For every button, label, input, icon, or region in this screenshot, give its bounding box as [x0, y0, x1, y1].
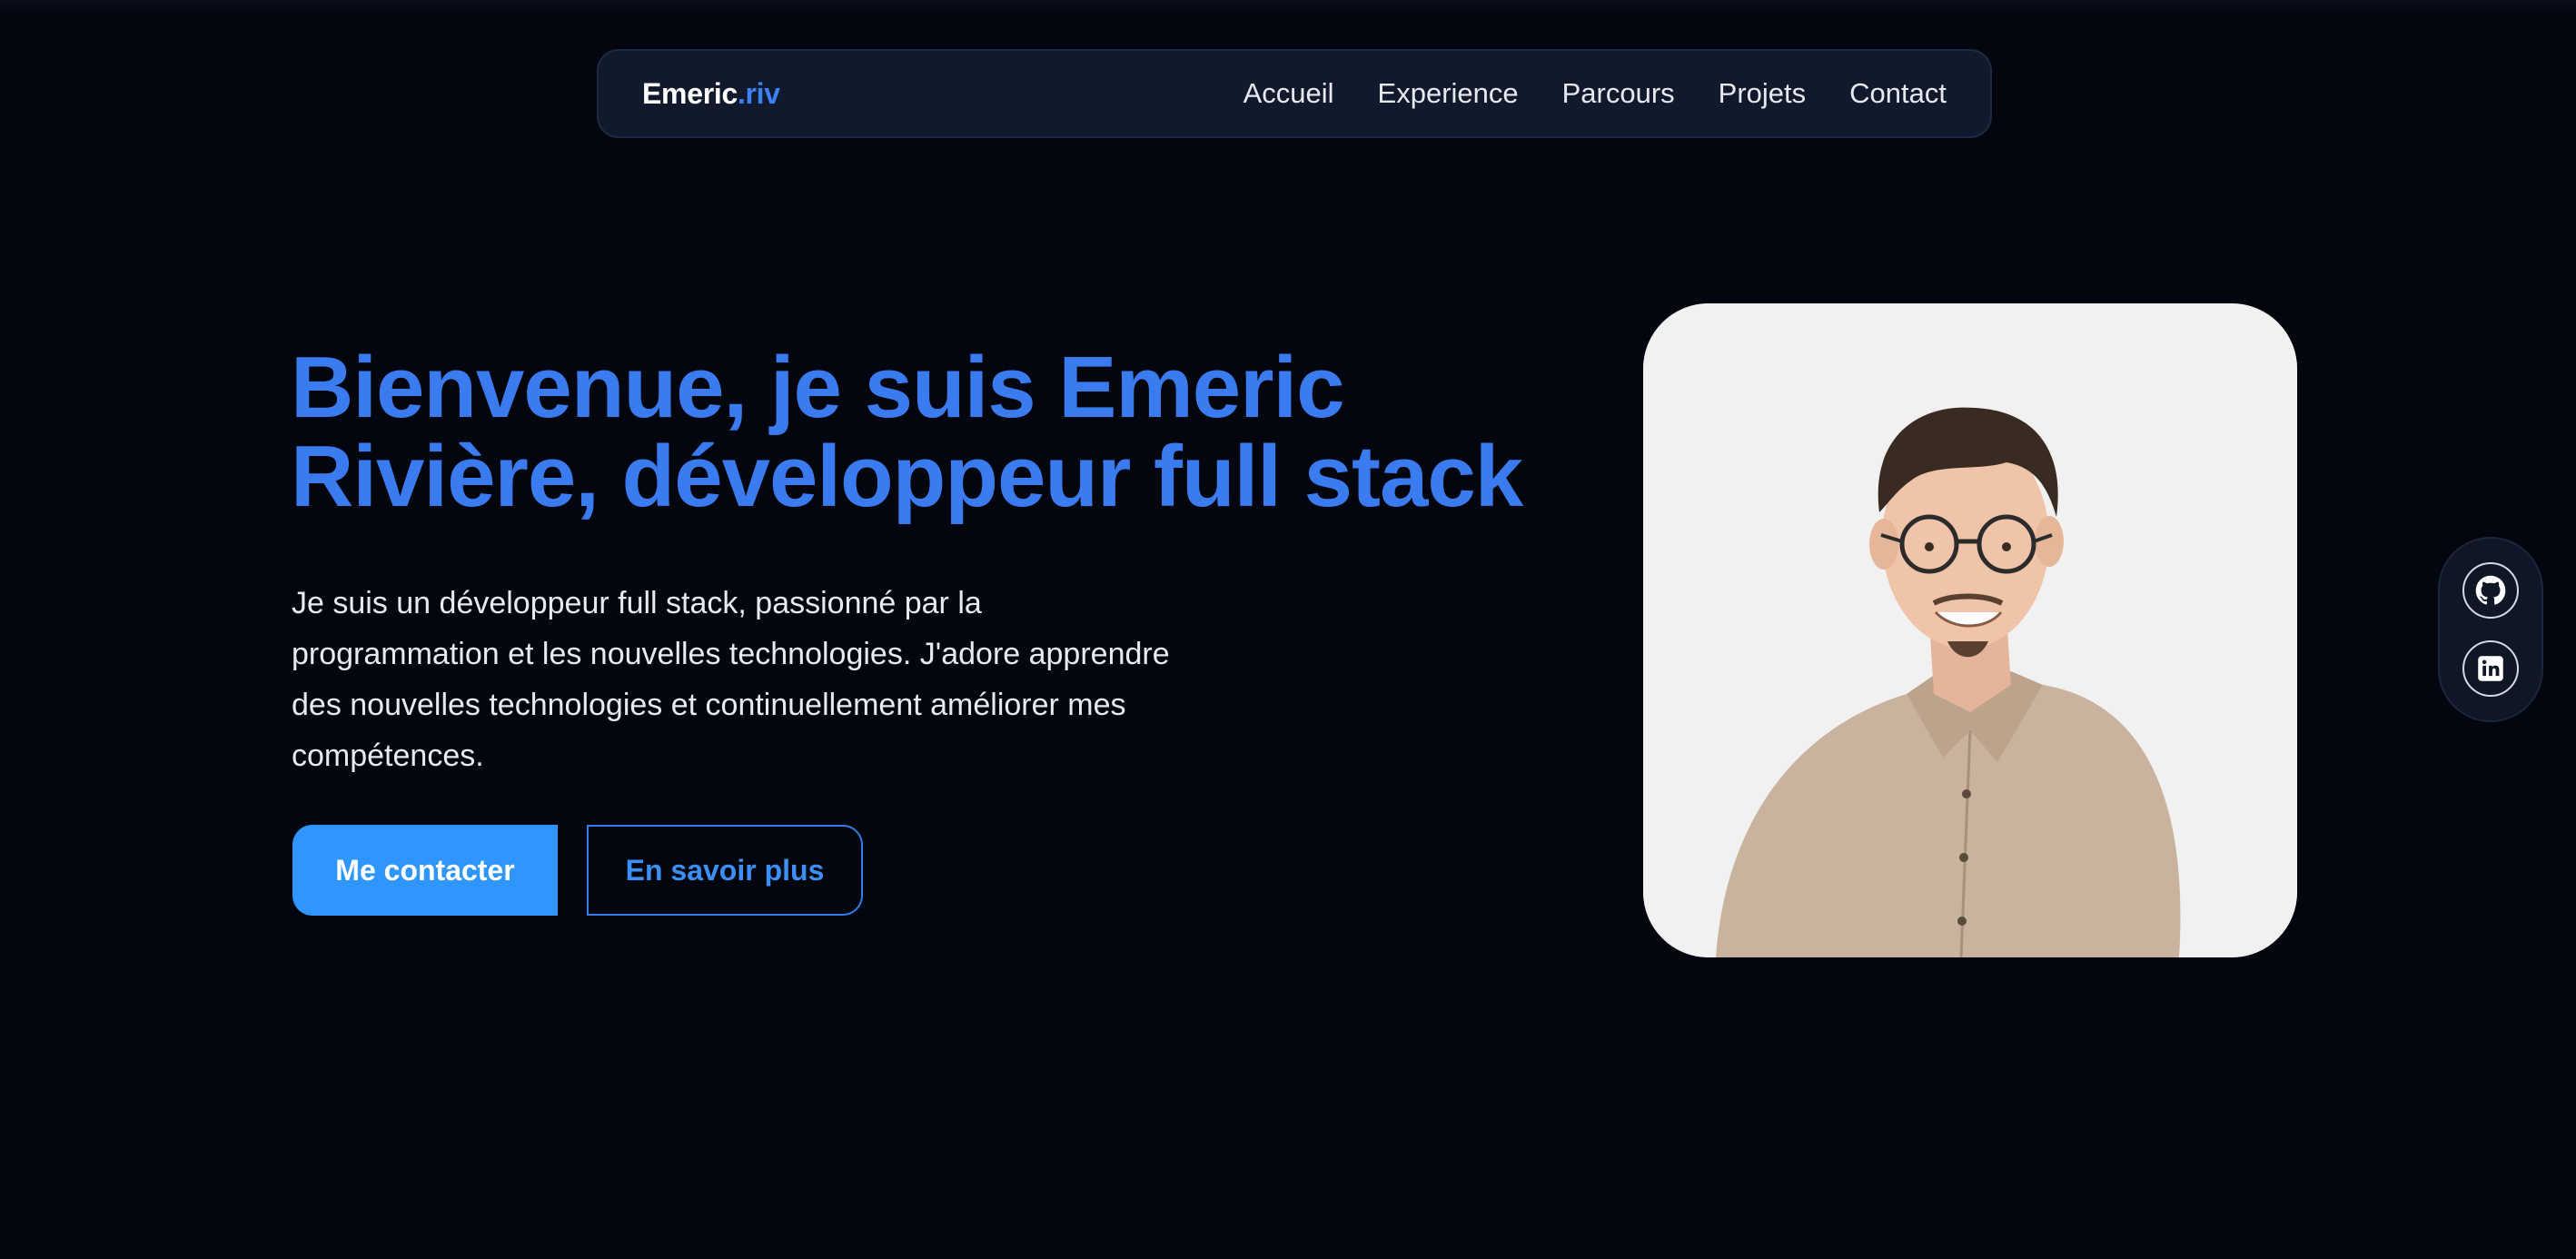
linkedin-link[interactable]: [2462, 640, 2519, 697]
github-link[interactable]: [2462, 562, 2519, 619]
logo-link[interactable]: Emeric.riv: [642, 77, 780, 111]
nav-link-experience[interactable]: Experience: [1378, 77, 1519, 110]
nav-links: Accueil Experience Parcours Projets Cont…: [1243, 77, 1947, 110]
hero-description-line-1: Je suis un développeur full stack, passi…: [292, 586, 982, 620]
github-icon: [2475, 575, 2506, 605]
hero-description-line-3: des nouvelles technologies et continuell…: [292, 688, 1126, 722]
nav-link-projets[interactable]: Projets: [1719, 77, 1806, 110]
navbar: Emeric.riv Accueil Experience Parcours P…: [597, 49, 1992, 138]
hero-description: Je suis un développeur full stack, passi…: [292, 578, 1254, 781]
hero-title-line-1: Bienvenue, je suis Emeric: [291, 339, 1345, 436]
nav-link-contact[interactable]: Contact: [1849, 77, 1947, 110]
nav-link-accueil[interactable]: Accueil: [1243, 77, 1334, 110]
linkedin-icon: [2478, 656, 2503, 681]
hero-title-line-2: Rivière, développeur full stack: [291, 428, 1523, 525]
learn-more-button[interactable]: En savoir plus: [587, 825, 863, 916]
hero-description-line-2: programmation et les nouvelles technolog…: [292, 637, 1170, 671]
social-sidebar: [2438, 537, 2543, 722]
profile-photo: [1643, 303, 2297, 957]
profile-photo-illustration: [1643, 303, 2297, 957]
nav-link-parcours[interactable]: Parcours: [1562, 77, 1675, 110]
contact-button[interactable]: Me contacter: [292, 825, 558, 916]
hero-description-line-4: compétences.: [292, 739, 484, 773]
logo-accent: .riv: [737, 76, 780, 110]
logo-main: Emeric: [642, 76, 738, 110]
page: Emeric.riv Accueil Experience Parcours P…: [0, 0, 2576, 1259]
hero-title: Bienvenue, je suis Emeric Rivière, dévelo…: [291, 343, 1562, 521]
